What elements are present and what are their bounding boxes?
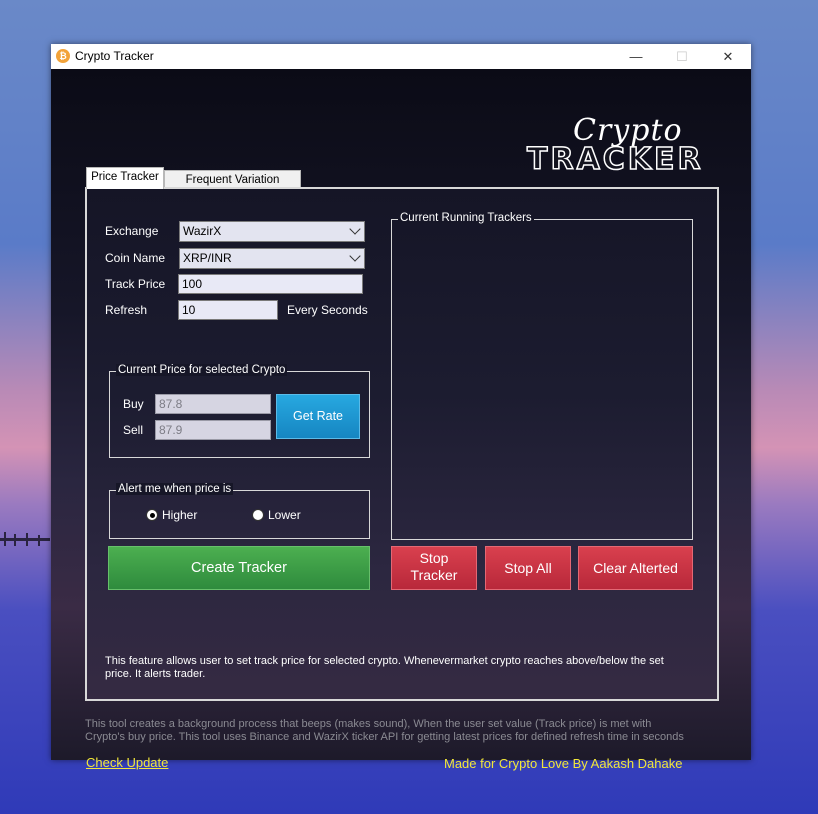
track-price-input[interactable]: 100: [178, 274, 363, 294]
client-area: Crypto TRACKER Price Tracker Frequent Va…: [51, 69, 751, 771]
buy-price-field: 87.8: [155, 394, 271, 414]
tab-price-tracker[interactable]: Price Tracker: [86, 167, 164, 189]
stop-all-button[interactable]: Stop All: [485, 546, 571, 590]
exchange-value: WazirX: [183, 224, 222, 238]
track-price-label: Track Price: [105, 277, 166, 291]
sell-price-field: 87.9: [155, 420, 271, 440]
feature-description: This feature allows user to set track pr…: [105, 655, 664, 680]
stop-tracker-line1: Stop: [419, 550, 449, 566]
every-seconds-label: Every Seconds: [287, 303, 368, 317]
stop-tracker-button[interactable]: Stop Tracker: [391, 546, 477, 590]
running-trackers-group: Current Running Trackers: [391, 212, 693, 540]
lower-label: Lower: [268, 508, 301, 522]
clear-alerted-button[interactable]: Clear Alterted: [578, 546, 693, 590]
check-update-link[interactable]: Check Update: [86, 755, 168, 770]
close-button[interactable]: ✕: [705, 44, 751, 69]
create-tracker-button[interactable]: Create Tracker: [108, 546, 370, 590]
maximize-button[interactable]: ☐: [659, 44, 705, 69]
get-rate-button[interactable]: Get Rate: [276, 394, 360, 439]
higher-label: Higher: [162, 508, 198, 522]
tool-description: This tool creates a background process t…: [85, 718, 684, 743]
alert-group: Alert me when price is Higher Lower: [109, 483, 370, 539]
coin-name-value: XRP/INR: [183, 251, 232, 265]
chevron-down-icon: [349, 250, 361, 262]
pier-silhouette: [0, 532, 50, 546]
current-price-group: Current Price for selected Crypto Buy 87…: [109, 364, 370, 458]
chevron-down-icon: [349, 223, 361, 235]
window-title: Crypto Tracker: [75, 49, 154, 63]
refresh-input[interactable]: 10: [178, 300, 278, 320]
coin-name-select[interactable]: XRP/INR: [179, 248, 365, 269]
higher-radio[interactable]: [146, 509, 158, 521]
app-window: ₿ Crypto Tracker — ☐ ✕ Crypto TRACKER Pr…: [51, 44, 751, 771]
stop-tracker-line2: Tracker: [410, 567, 458, 583]
current-price-group-title: Current Price for selected Crypto: [116, 364, 288, 376]
lower-radio[interactable]: [252, 509, 264, 521]
alert-group-title: Alert me when price is: [116, 483, 234, 495]
credit-text: Made for Crypto Love By Aakash Dahake: [444, 756, 683, 771]
price-tracker-panel: Exchange WazirX Coin Name XRP/INR Track …: [85, 187, 719, 701]
refresh-label: Refresh: [105, 303, 148, 317]
sell-label: Sell: [123, 423, 144, 437]
minimize-button[interactable]: —: [613, 44, 659, 69]
buy-label: Buy: [123, 397, 144, 411]
bitcoin-icon: ₿: [56, 49, 70, 63]
logo-tracker-text: TRACKER: [526, 141, 704, 178]
coin-name-label: Coin Name: [105, 251, 166, 265]
title-bar: ₿ Crypto Tracker — ☐ ✕: [51, 44, 751, 70]
exchange-select[interactable]: WazirX: [179, 221, 365, 242]
running-trackers-list[interactable]: [392, 220, 692, 539]
exchange-label: Exchange: [105, 224, 159, 238]
